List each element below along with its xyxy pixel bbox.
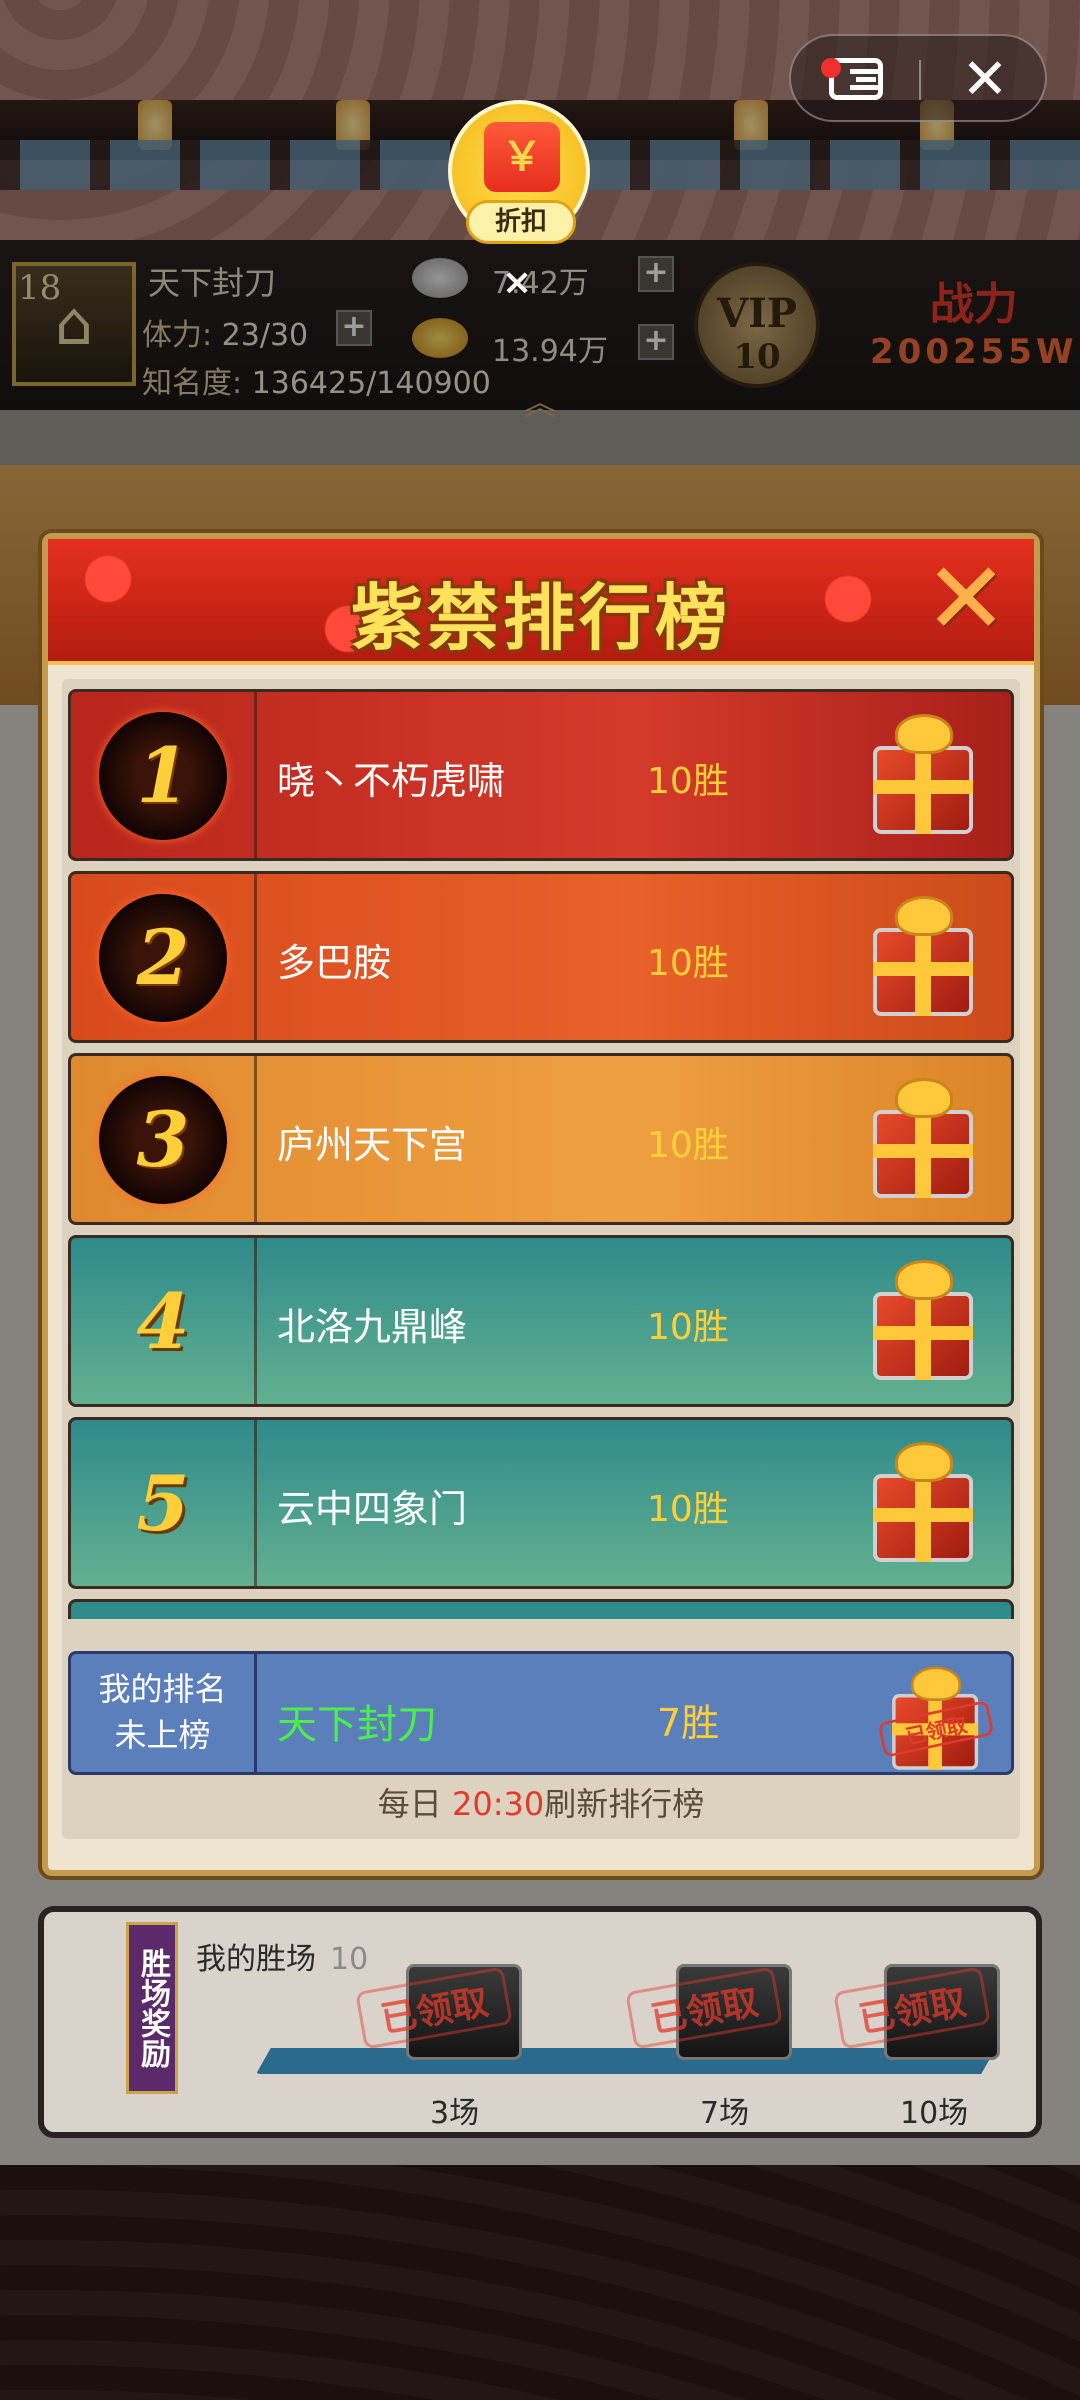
win-count: 10胜: [647, 1307, 729, 1348]
refresh-time: 20:30: [451, 1785, 545, 1823]
claimed-stamp: 已领取: [625, 1966, 783, 2050]
gift-box-icon[interactable]: [859, 1256, 989, 1386]
my-rank-label-line2: 未上榜: [114, 1716, 211, 1754]
win-count: 10胜: [647, 1489, 729, 1530]
ranking-row-1[interactable]: 1 晓丶不朽虎啸 10胜: [68, 689, 1014, 861]
claimed-gift-box-icon[interactable]: 已领取: [877, 1663, 995, 1775]
ranking-row-2[interactable]: 2 多巴胺 10胜: [68, 871, 1014, 1043]
milestone-label-10: 10场: [900, 2096, 969, 2131]
my-win-count: 7胜: [657, 1701, 720, 1745]
discount-close-icon[interactable]: ×: [502, 262, 532, 303]
gift-box-icon[interactable]: [859, 1438, 989, 1568]
my-wins: 我的胜场 10: [196, 1934, 368, 1978]
discount-badge[interactable]: ￥ 折扣: [448, 100, 590, 244]
milestone-label-3: 3场: [430, 2096, 480, 2131]
my-player-name: 天下封刀: [277, 1702, 437, 1748]
rank-cell: 1: [71, 692, 257, 858]
my-wins-label: 我的胜场: [196, 1942, 316, 1977]
close-icon[interactable]: ✕: [951, 46, 1019, 114]
rank-badge: 1: [99, 712, 227, 840]
rank-badge: 3: [99, 1076, 227, 1204]
player-name: 晓丶不朽虎啸: [277, 759, 506, 803]
rank-badge: 2: [99, 894, 227, 1022]
modal-title: 紫禁排行榜: [350, 576, 731, 660]
claimed-stamp: 已领取: [355, 1966, 513, 2050]
gift-box-icon[interactable]: [859, 710, 989, 840]
my-rank-label: 我的排名 未上榜: [71, 1654, 257, 1772]
win-count: 10胜: [647, 761, 729, 802]
my-rank-label-line1: 我的排名: [98, 1670, 227, 1708]
leaderboard-modal: 紫禁排行榜 ✕ 1 晓丶不朽虎啸 10胜 2 多巴胺 10胜 3 庐州天下宫 1…: [42, 533, 1040, 1876]
win-reward-panel: 胜场奖励 我的胜场 10 已领取 3场 已领取 7场 已领取 10场: [38, 1906, 1042, 2138]
rank-number: 4: [136, 1277, 190, 1366]
my-rank-row: 我的排名 未上榜 天下封刀 7胜 已领取: [68, 1651, 1014, 1775]
gift-box-icon[interactable]: [859, 892, 989, 1022]
ranking-list[interactable]: 1 晓丶不朽虎啸 10胜 2 多巴胺 10胜 3 庐州天下宫 10胜 4 北洛九…: [62, 679, 1020, 1839]
player-name: 北洛九鼎峰: [277, 1305, 468, 1349]
discount-label: 折扣: [466, 200, 576, 244]
rank-cell: 4: [71, 1238, 257, 1404]
win-count: 10胜: [647, 943, 729, 984]
refresh-prefix: 每日: [377, 1785, 452, 1823]
reward-chest-7[interactable]: 已领取: [625, 1964, 792, 2060]
refresh-notice: 每日 20:30刷新排行榜: [48, 1779, 1034, 1825]
ranking-row-5[interactable]: 5 云中四象门 10胜: [68, 1417, 1014, 1589]
milestone-label-7: 7场: [700, 2096, 750, 2131]
rank-cell: 2: [71, 874, 257, 1040]
ranking-row-4[interactable]: 4 北洛九鼎峰 10胜: [68, 1235, 1014, 1407]
claimed-stamp: 已领取: [833, 1966, 991, 2050]
red-envelope-icon: ￥: [484, 122, 560, 192]
ranking-row-partial[interactable]: [68, 1599, 1014, 1619]
rank-cell: 5: [71, 1420, 257, 1586]
rank-cell: 3: [71, 1056, 257, 1222]
rank-number: 5: [136, 1459, 190, 1548]
capsule-divider: [919, 60, 921, 100]
notification-dot: [821, 58, 841, 78]
reward-chest-3[interactable]: 已领取: [355, 1964, 522, 2060]
modal-header: 紫禁排行榜 ✕: [48, 539, 1034, 665]
refresh-suffix: 刷新排行榜: [544, 1785, 705, 1823]
gift-box-icon[interactable]: [859, 1074, 989, 1204]
modal-close-icon[interactable]: ✕: [916, 549, 1016, 649]
player-name: 庐州天下宫: [277, 1123, 468, 1167]
player-name: 多巴胺: [277, 941, 392, 985]
win-count: 10胜: [647, 1125, 729, 1166]
win-reward-tag: 胜场奖励: [126, 1922, 178, 2094]
my-wins-value: 10: [330, 1942, 369, 1977]
ranking-row-3[interactable]: 3 庐州天下宫 10胜: [68, 1053, 1014, 1225]
reward-chest-10[interactable]: 已领取: [833, 1964, 1000, 2060]
mini-program-capsule: ✕: [789, 34, 1047, 122]
player-name: 云中四象门: [277, 1487, 468, 1531]
